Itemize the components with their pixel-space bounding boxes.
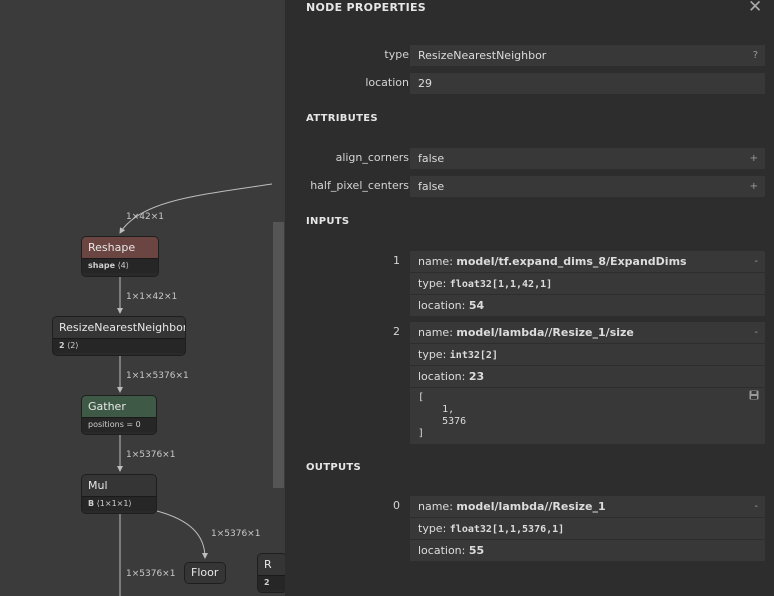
type-label: type: [384, 48, 409, 61]
edge-label: 1×5376×1: [126, 450, 176, 460]
input-box: name: model/tf.expand_dims_8/ExpandDims -…: [410, 251, 765, 316]
tensor-value: [ 1, 5376 ]: [410, 388, 765, 444]
edge-label: 1×42×1: [126, 212, 164, 222]
input-index: 1: [393, 254, 400, 267]
input-name: name: model/tf.expand_dims_8/ExpandDims -: [410, 251, 765, 273]
node-title: Gather: [82, 396, 156, 417]
node-resize-nearest-neighbor[interactable]: ResizeNearestNeighbor 2 ⟨2⟩: [52, 316, 186, 356]
attribute-value: false +: [410, 148, 765, 169]
input-index: 2: [393, 325, 400, 338]
output-name: name: model/lambda//Resize_1-: [410, 496, 765, 518]
help-icon[interactable]: ?: [753, 45, 758, 66]
location-value: 29: [410, 73, 765, 94]
attribute-label: align_corners: [335, 151, 409, 164]
node-floor[interactable]: Floor: [184, 562, 226, 584]
node-title: R: [258, 554, 285, 575]
close-icon[interactable]: ✕: [748, 0, 762, 17]
node-attribute: 2: [258, 575, 285, 590]
node-title: ResizeNearestNeighbor: [53, 317, 185, 338]
node-attribute: 2 ⟨2⟩: [53, 338, 185, 353]
input-location: location: 23: [410, 366, 765, 388]
node-title: Floor: [185, 563, 225, 583]
collapse-icon[interactable]: -: [754, 251, 758, 272]
node-gather[interactable]: Gather positions = 0: [81, 395, 157, 435]
node-attribute: B ⟨1×1×1⟩: [82, 496, 156, 511]
edge-label: 1×1×42×1: [126, 292, 178, 302]
expand-icon[interactable]: +: [750, 148, 758, 169]
graph-scrollbar[interactable]: [273, 222, 284, 488]
panel-title: NODE PROPERTIES: [306, 1, 426, 14]
edge-label: 1×5376×1: [211, 529, 261, 539]
location-label: location: [365, 76, 409, 89]
output-location: location: 55: [418, 544, 485, 557]
node-reshape[interactable]: Reshape shape ⟨4⟩: [81, 236, 159, 277]
inputs-title: INPUTS: [306, 216, 350, 227]
collapse-icon[interactable]: -: [754, 496, 758, 517]
node-title: Reshape: [82, 237, 158, 258]
edge-label: 1×1×5376×1: [126, 371, 189, 381]
edge-path: [156, 510, 208, 559]
node-attribute: positions = 0: [82, 417, 156, 432]
node-mul[interactable]: Mul B ⟨1×1×1⟩: [81, 474, 157, 514]
output-type: type: float32[1,1,5376,1]: [410, 518, 765, 540]
edge-label: 1×5376×1: [126, 569, 176, 579]
save-icon[interactable]: [749, 390, 759, 400]
collapse-icon[interactable]: -: [754, 322, 758, 343]
node-attribute: shape ⟨4⟩: [82, 258, 158, 273]
attributes-title: ATTRIBUTES: [306, 113, 378, 124]
node-partial[interactable]: R 2: [257, 553, 285, 593]
attribute-label: half_pixel_centers: [310, 179, 409, 192]
output-index: 0: [393, 499, 400, 512]
input-box: name: model/lambda//Resize_1/size - type:…: [410, 322, 765, 444]
input-location: location: 54: [418, 299, 485, 312]
node-title: Mul: [82, 475, 156, 496]
input-type: type: float32[1,1,42,1]: [410, 273, 765, 295]
outputs-title: OUTPUTS: [306, 462, 362, 473]
graph-canvas[interactable]: 1×42×1 1×1×42×1 1×1×5376×1 1×5376×1 1×53…: [0, 0, 285, 596]
input-type: type: int32[2]: [410, 344, 765, 366]
attribute-value: false +: [410, 176, 765, 197]
input-name: name: model/lambda//Resize_1/size -: [410, 322, 765, 344]
edge-path: [119, 183, 273, 234]
type-value: ResizeNearestNeighbor ?: [410, 45, 765, 66]
output-box: name: model/lambda//Resize_1- type: floa…: [410, 496, 765, 561]
expand-icon[interactable]: +: [750, 176, 758, 197]
node-properties-panel: NODE PROPERTIES ✕ type ResizeNearestNeig…: [285, 0, 774, 596]
